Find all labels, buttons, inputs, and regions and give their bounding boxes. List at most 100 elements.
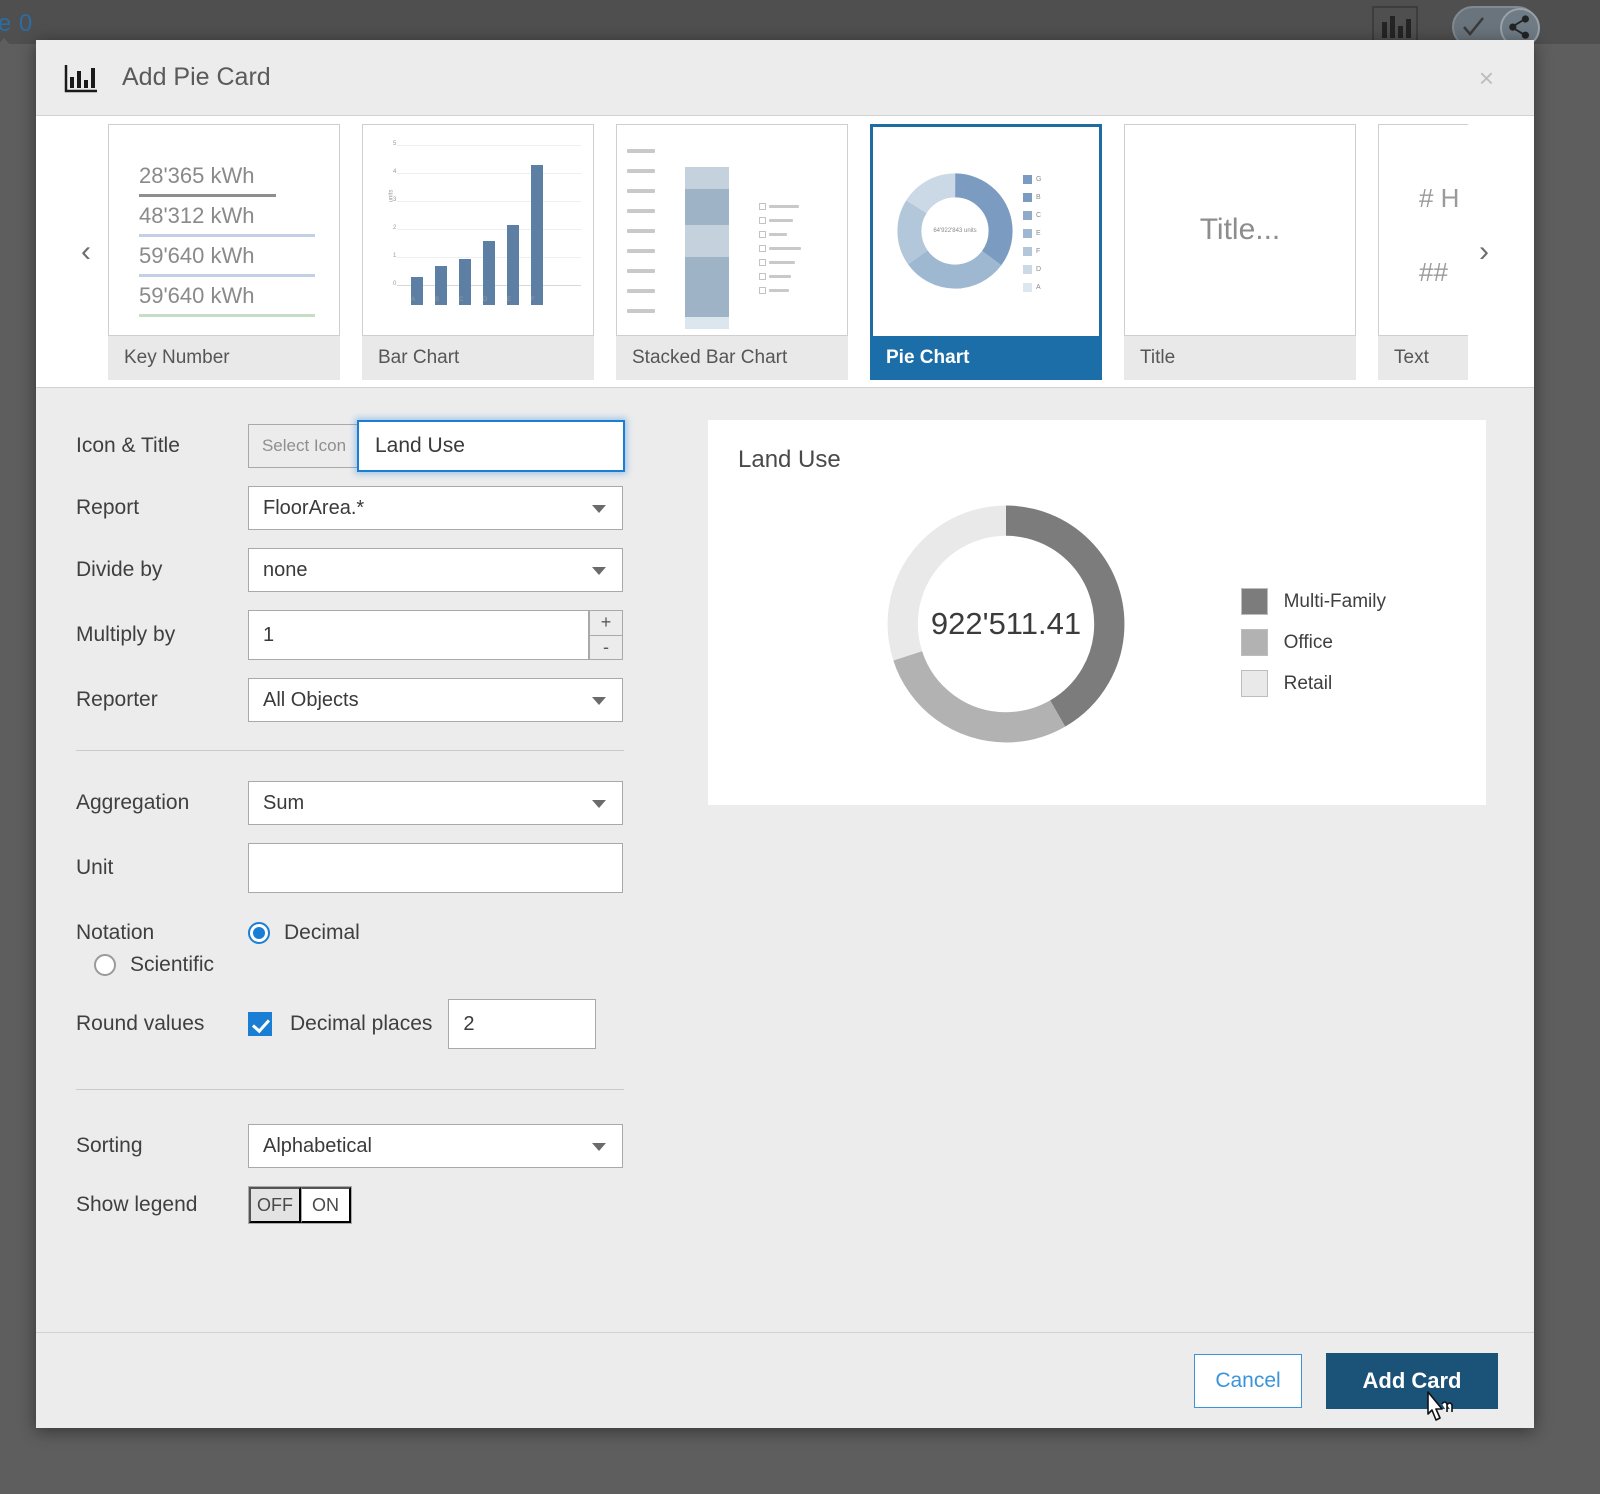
aggregation-row: Aggregation Sum <box>76 781 672 825</box>
show-legend-label: Show legend <box>76 1193 248 1217</box>
reporter-label: Reporter <box>76 688 248 712</box>
bar-chart-icon <box>64 63 98 93</box>
key-number-thumbnail: 28'365 kWh 48'312 kWh 59'640 kWh 59'640 … <box>108 124 340 336</box>
dialog-title: Add Pie Card <box>122 63 271 92</box>
carousel-prev-button[interactable]: ‹ <box>70 234 102 270</box>
unit-row: Unit <box>76 843 672 893</box>
notation-scientific-radio[interactable]: Scientific <box>94 953 214 977</box>
multiply-by-stepper: + - <box>589 610 623 660</box>
card-type-title[interactable]: Title... Title <box>1124 124 1356 380</box>
report-select[interactable]: FloorArea.* <box>248 486 623 530</box>
legend-label: C <box>1036 212 1041 219</box>
pie-chart-thumbnail: 64'922'843 units G B C E F D A <box>870 124 1102 336</box>
title-thumbnail: Title... <box>1124 124 1356 336</box>
card-title-input[interactable]: Land Use <box>357 420 625 472</box>
card-type-label: Bar Chart <box>362 336 594 380</box>
card-type-label: Key Number <box>108 336 340 380</box>
legend-label: F <box>1036 248 1040 255</box>
sorting-label: Sorting <box>76 1134 248 1158</box>
multiply-by-row: Multiply by 1 + - <box>76 610 672 660</box>
legend-swatch <box>1241 588 1268 615</box>
carousel-next-button[interactable]: › <box>1468 234 1500 270</box>
card-type-carousel: ‹ 28'365 kWh 48'312 kWh 59'640 kWh <box>36 116 1534 388</box>
mouse-cursor <box>1422 1390 1456 1434</box>
check-icon[interactable] <box>1460 14 1486 40</box>
aggregation-select[interactable]: Sum <box>248 781 623 825</box>
round-values-row: Round values Decimal places 2 <box>76 999 672 1049</box>
bar-chart-icon[interactable] <box>1372 6 1418 44</box>
multiply-by-input[interactable]: 1 <box>248 610 589 660</box>
donut-chart: 922'511.41 <box>880 498 1132 750</box>
sorting-row: Sorting Alphabetical <box>76 1124 672 1168</box>
divide-by-label: Divide by <box>76 558 248 582</box>
y-tick: 4 <box>393 169 396 175</box>
divide-by-select[interactable]: none <box>248 548 623 592</box>
notation-decimal-label: Decimal <box>284 921 360 945</box>
legend-label: A <box>1036 284 1041 291</box>
card-type-label: Title <box>1124 336 1356 380</box>
select-icon-button[interactable]: Select Icon <box>248 424 360 468</box>
legend-item: Office <box>1241 629 1386 656</box>
key-number-value: 59'640 kWh <box>139 283 315 309</box>
y-tick: 2 <box>393 225 396 231</box>
y-tick: 1 <box>393 253 396 259</box>
legend-label: D <box>1036 266 1041 273</box>
icon-title-row: Icon & Title Select Icon Land Use <box>76 424 672 468</box>
close-icon[interactable]: × <box>1473 64 1500 92</box>
y-tick: 0 <box>393 281 396 287</box>
show-legend-row: Show legend OFF ON <box>76 1186 672 1224</box>
legend-label: Retail <box>1284 673 1333 695</box>
reporter-row: Reporter All Objects <box>76 678 672 722</box>
legend-label: Multi-Family <box>1284 591 1386 613</box>
aggregation-label: Aggregation <box>76 791 248 815</box>
toggle-off-option[interactable]: OFF <box>249 1187 301 1223</box>
legend-item: Retail <box>1241 670 1386 697</box>
notation-decimal-radio[interactable]: Decimal <box>248 921 360 945</box>
show-legend-toggle[interactable]: OFF ON <box>248 1186 352 1224</box>
card-type-stacked-bar-chart[interactable]: Stacked Bar Chart <box>616 124 848 380</box>
multiply-by-label: Multiply by <box>76 623 248 647</box>
notation-label: Notation <box>76 921 248 945</box>
card-type-pie-chart[interactable]: 64'922'843 units G B C E F D A Pie Chart <box>870 124 1102 380</box>
unit-label: Unit <box>76 856 248 880</box>
card-type-label: Text <box>1378 336 1468 380</box>
card-type-text[interactable]: # H ## Text <box>1378 124 1468 380</box>
round-values-label: Round values <box>76 1012 248 1036</box>
decimal-places-label: Decimal places <box>290 1012 432 1036</box>
donut-center-value: 922'511.41 <box>880 498 1132 750</box>
legend-swatch <box>1241 670 1268 697</box>
dialog-footer: Cancel Add Card <box>36 1332 1534 1428</box>
report-row: Report FloorArea.* <box>76 486 672 530</box>
legend-swatch <box>1241 629 1268 656</box>
stepper-increment-button[interactable]: + <box>589 610 623 636</box>
stepper-decrement-button[interactable]: - <box>589 636 623 661</box>
stacked-bar-chart-thumbnail <box>616 124 848 336</box>
dialog-header: Add Pie Card × <box>36 40 1534 116</box>
toggle-on-option[interactable]: ON <box>301 1187 351 1223</box>
y-tick: 5 <box>393 141 396 147</box>
card-type-label: Stacked Bar Chart <box>616 336 848 380</box>
text-thumbnail: # H ## <box>1378 124 1468 336</box>
legend-label: G <box>1036 176 1041 183</box>
card-type-key-number[interactable]: 28'365 kWh 48'312 kWh 59'640 kWh 59'640 … <box>108 124 340 380</box>
card-preview-pane: Land Use 922'511.41 Multi-Family <box>672 388 1534 1332</box>
sorting-select[interactable]: Alphabetical <box>248 1124 623 1168</box>
decimal-places-input[interactable]: 2 <box>448 999 596 1049</box>
add-card-button[interactable]: Add Card <box>1326 1353 1498 1409</box>
legend-label: E <box>1036 230 1041 237</box>
key-number-value: 28'365 kWh <box>139 163 315 189</box>
cancel-button[interactable]: Cancel <box>1194 1354 1302 1408</box>
radio-unselected-icon <box>94 954 116 976</box>
round-values-checkbox[interactable] <box>248 1012 272 1036</box>
title-placeholder-text: Title... <box>1125 125 1355 335</box>
notation-scientific-label: Scientific <box>130 953 214 977</box>
legend-label: B <box>1036 194 1041 201</box>
notation-row: Notation Decimal <box>76 921 672 945</box>
reporter-select[interactable]: All Objects <box>248 678 623 722</box>
radio-selected-icon <box>248 922 270 944</box>
legend-item: Multi-Family <box>1241 588 1386 615</box>
card-type-bar-chart[interactable]: units 5 4 3 2 1 0 <box>362 124 594 380</box>
form-divider <box>76 1089 624 1090</box>
add-card-dialog: Add Pie Card × ‹ 28'365 kWh 48'312 kWh <box>36 40 1534 1428</box>
unit-input[interactable] <box>248 843 623 893</box>
